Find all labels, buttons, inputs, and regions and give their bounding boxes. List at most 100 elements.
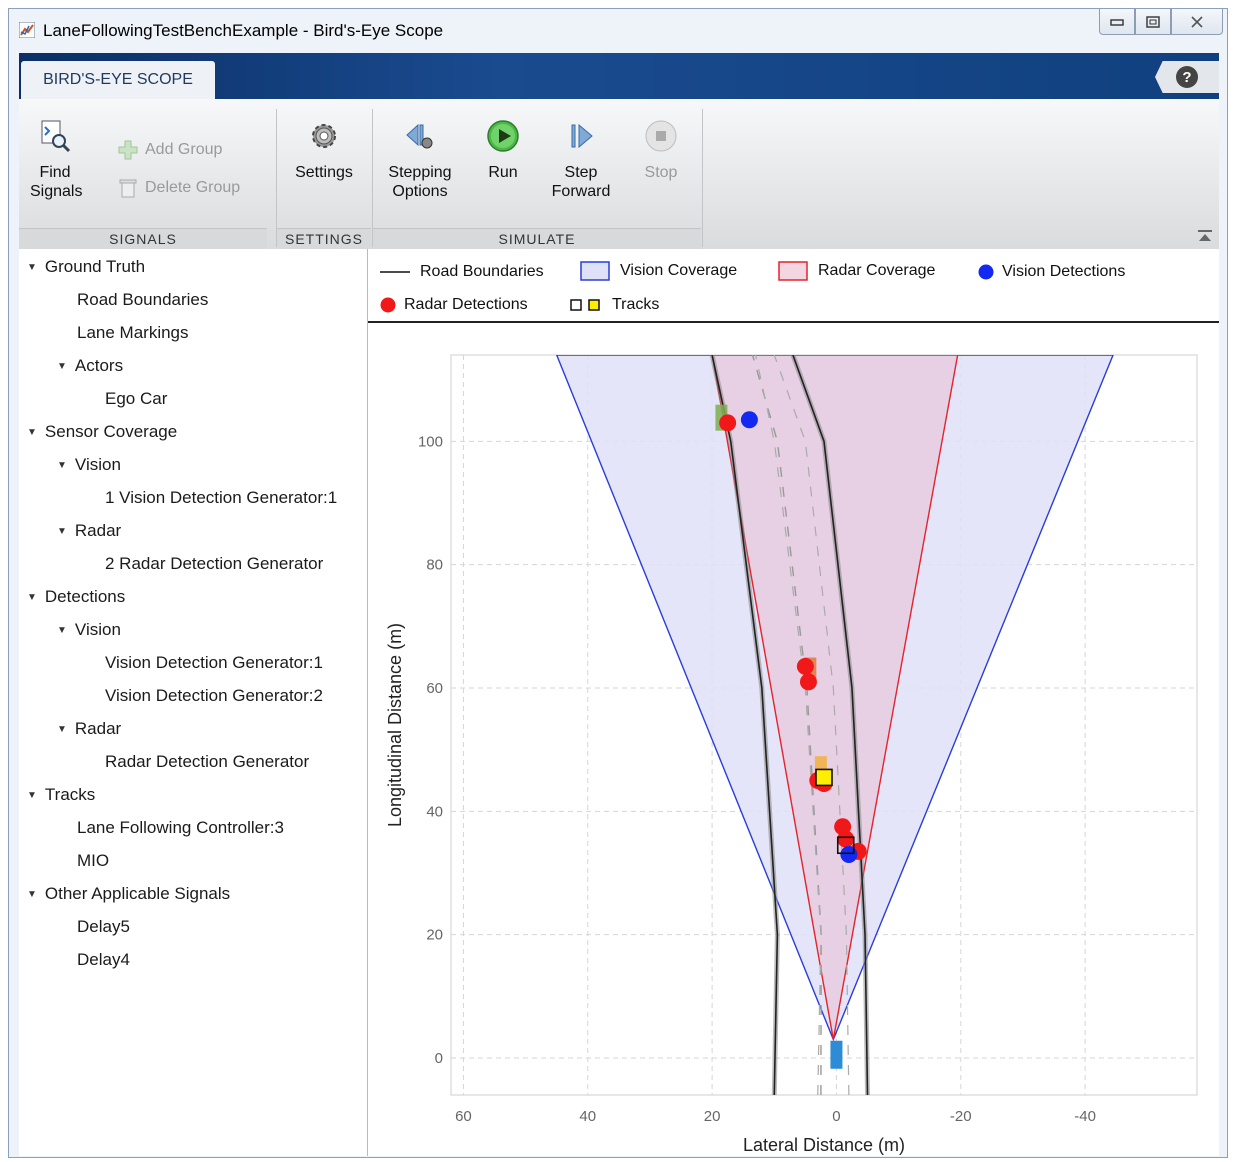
- tree-mio[interactable]: MIO: [77, 851, 109, 871]
- tree-label: Other Applicable Signals: [44, 884, 231, 903]
- tree-tracks[interactable]: ▼ Tracks: [27, 785, 95, 805]
- tree-label: Vision Detection Generator:1: [105, 653, 323, 672]
- tree-label: Tracks: [44, 785, 96, 804]
- legend-radar-coverage[interactable]: Radar Coverage: [778, 261, 935, 281]
- caret-down-icon: ▼: [57, 459, 67, 471]
- tab-birds-eye-scope[interactable]: BIRD'S-EYE SCOPE: [21, 61, 215, 99]
- x-tick-label: 0: [832, 1108, 840, 1125]
- tree-label: Delay5: [77, 917, 130, 936]
- y-tick-label: 20: [426, 927, 443, 944]
- gear-icon: [307, 119, 341, 153]
- tree-road-boundaries[interactable]: Road Boundaries: [77, 290, 208, 310]
- tree-detections[interactable]: ▼ Detections: [27, 587, 125, 607]
- legend-label: Road Boundaries: [420, 263, 544, 280]
- close-icon: [1191, 15, 1203, 28]
- find-signals-button[interactable]: Find Signals: [25, 119, 85, 201]
- vision-detection-marker: [740, 411, 758, 429]
- find-signals-icon: [38, 119, 72, 153]
- radar-detection-marker: [799, 673, 817, 691]
- step-forward-label: Step Forward: [551, 164, 611, 200]
- legend-vision-detections[interactable]: Vision Detections: [978, 263, 1125, 281]
- window-title: LaneFollowingTestBenchExample - Bird's-E…: [43, 21, 444, 40]
- radar-detection-marker: [837, 830, 855, 848]
- tree-radar-gen-2[interactable]: 2 Radar Detection Generator: [105, 554, 323, 574]
- legend-radar-swatch: [778, 261, 808, 281]
- legend-vision-coverage[interactable]: Vision Coverage: [580, 261, 737, 281]
- tree-label: Detections: [44, 587, 126, 606]
- stop-button[interactable]: Stop: [631, 119, 691, 182]
- add-icon: [115, 139, 141, 161]
- radar-detection-marker: [719, 414, 737, 432]
- help-button[interactable]: ?: [1155, 61, 1219, 93]
- tree-vision-gen-1[interactable]: 1 Vision Detection Generator:1: [105, 488, 337, 508]
- trash-icon: [115, 177, 141, 199]
- y-tick-label: 100: [418, 433, 443, 450]
- delete-group-button[interactable]: Delete Group: [115, 177, 240, 199]
- x-tick-label: 60: [455, 1108, 472, 1125]
- matlab-app-icon: [19, 22, 35, 38]
- app-window: LaneFollowingTestBenchExample - Bird's-E…: [8, 8, 1228, 1158]
- tree-detections-radar[interactable]: ▼ Radar: [57, 719, 121, 739]
- tree-label: Road Boundaries: [77, 290, 209, 309]
- maximize-icon: [1146, 15, 1160, 28]
- collapse-toolstrip-icon[interactable]: [1197, 229, 1213, 243]
- tree-vdg-1[interactable]: Vision Detection Generator:1: [105, 653, 323, 673]
- simulate-section-label: SIMULATE: [373, 228, 701, 249]
- tree-ego-car[interactable]: Ego Car: [105, 389, 167, 409]
- separator: [702, 109, 703, 247]
- legend-label: Radar Coverage: [818, 262, 936, 279]
- legend-label: Tracks: [612, 296, 660, 313]
- signal-tree: ▼ Ground Truth Road Boundaries Lane Marki…: [19, 249, 368, 1156]
- legend-label: Vision Detections: [1002, 263, 1126, 280]
- tree-actors[interactable]: ▼ Actors: [57, 356, 123, 376]
- tree-detections-vision[interactable]: ▼ Vision: [57, 620, 121, 640]
- add-group-button[interactable]: Add Group: [115, 139, 222, 161]
- tree-coverage-vision[interactable]: ▼ Vision: [57, 455, 121, 475]
- birds-eye-plot[interactable]: 60 40 20 0 -20 -40 0 20 40 60 80 100 Lateral Distanc…: [368, 323, 1219, 1156]
- settings-button[interactable]: Settings: [281, 119, 367, 182]
- caret-down-icon: ▼: [27, 426, 37, 438]
- close-button[interactable]: [1171, 9, 1223, 35]
- legend-radar-detections[interactable]: Radar Detections: [380, 296, 528, 314]
- tree-label: 1 Vision Detection Generator:1: [105, 488, 338, 507]
- tree-delay4[interactable]: Delay4: [77, 950, 130, 970]
- stepping-options-button[interactable]: Stepping Options: [379, 119, 461, 201]
- minimize-button[interactable]: [1099, 9, 1135, 35]
- legend-label: Radar Detections: [404, 296, 528, 313]
- tree-label: Radar: [74, 521, 122, 540]
- tree-delay5[interactable]: Delay5: [77, 917, 130, 937]
- tree-label: Vision: [74, 455, 121, 474]
- main-body: ▼ Ground Truth Road Boundaries Lane Marki…: [19, 249, 1219, 1156]
- tree-label: Radar: [74, 719, 122, 738]
- tree-label: Lane Following Controller:3: [77, 818, 284, 837]
- tree-rdg[interactable]: Radar Detection Generator: [105, 752, 309, 772]
- tree-label: Vision: [74, 620, 121, 639]
- track-marker: [815, 768, 833, 787]
- tree-vdg-2[interactable]: Vision Detection Generator:2: [105, 686, 323, 706]
- tree-label: Lane Markings: [77, 323, 189, 342]
- caret-down-icon: ▼: [57, 525, 67, 537]
- tree-label: Vision Detection Generator:2: [105, 686, 323, 705]
- tree-sensor-coverage[interactable]: ▼ Sensor Coverage: [27, 422, 177, 442]
- tree-label: MIO: [77, 851, 110, 870]
- tree-label: Actors: [74, 356, 124, 375]
- legend-road-boundaries[interactable]: Road Boundaries: [380, 263, 544, 281]
- tree-ground-truth[interactable]: ▼ Ground Truth: [27, 257, 145, 277]
- tree-lane-markings[interactable]: Lane Markings: [77, 323, 189, 343]
- run-button[interactable]: Run: [473, 119, 533, 182]
- simulate-section: Stepping Options Run Step Forward Stop S…: [373, 99, 701, 249]
- tree-other-signals[interactable]: ▼ Other Applicable Signals: [27, 884, 230, 904]
- legend-blue-dot: [978, 264, 994, 280]
- step-forward-icon: [564, 119, 598, 153]
- step-forward-button[interactable]: Step Forward: [545, 119, 617, 201]
- legend-tracks-swatch: [570, 299, 600, 311]
- tree-coverage-radar[interactable]: ▼ Radar: [57, 521, 121, 541]
- vision-detection-marker: [840, 846, 858, 863]
- legend-tracks[interactable]: Tracks: [570, 296, 659, 314]
- maximize-button[interactable]: [1135, 9, 1171, 35]
- tree-label: Ground Truth: [44, 257, 146, 276]
- legend-vision-swatch: [580, 261, 610, 281]
- tree-lfc-3[interactable]: Lane Following Controller:3: [77, 818, 284, 838]
- plot-legend: Road Boundaries Vision Coverage Radar Co…: [368, 249, 1219, 323]
- caret-down-icon: ▼: [57, 360, 67, 372]
